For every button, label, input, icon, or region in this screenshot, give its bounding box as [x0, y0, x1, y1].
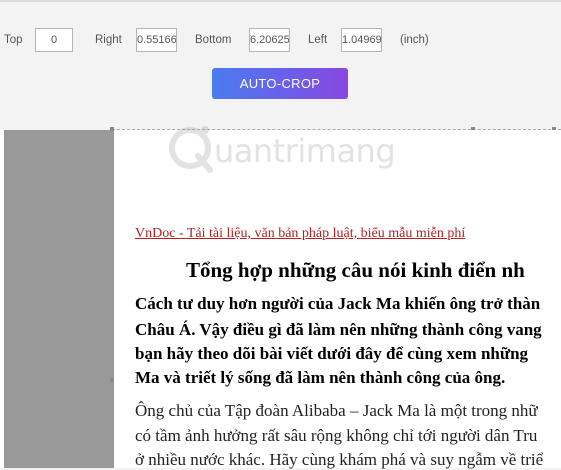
cropped-region	[4, 130, 114, 468]
top-border	[0, 0, 561, 2]
right-input[interactable]: 0.55166	[136, 28, 177, 52]
body-line: có tầm ảnh hưởng rất sâu rộng không chỉ …	[135, 426, 538, 445]
bottom-label: Bottom	[195, 34, 232, 46]
watermark-q-icon	[169, 126, 213, 173]
body-line: ở nhiều nước khác. Hãy cùng khám phá và …	[135, 450, 544, 469]
intro-line: bạn hãy theo dõi bài viết dưới đây để cù…	[135, 344, 529, 363]
unit-label: (inch)	[400, 34, 429, 46]
left-label: Left	[308, 34, 328, 46]
top-input[interactable]: 0	[35, 28, 73, 52]
intro-line: Cách tư duy hơn người của Jack Ma khiến …	[135, 294, 541, 313]
watermark-logo: uantrimang	[160, 118, 396, 178]
document-title: Tổng hợp những câu nói kinh điển nh	[186, 258, 525, 282]
left-input[interactable]: 1.04969	[341, 28, 382, 52]
auto-crop-button[interactable]: AUTO-CROP	[212, 68, 348, 99]
body-line: Ông chủ của Tập đoàn Alibaba – Jack Ma l…	[135, 401, 538, 420]
crop-handle-left[interactable]	[110, 378, 114, 382]
right-label: Right	[95, 34, 122, 46]
bottom-input[interactable]: 6.20625	[249, 28, 290, 52]
watermark-text: uantrimang	[214, 132, 396, 170]
top-label: Top	[4, 34, 23, 46]
intro-line: Châu Á. Vậy điều gì đã làm nên những thà…	[135, 320, 542, 339]
crop-handle-top-left[interactable]	[110, 127, 114, 131]
vndoc-link[interactable]: VnDoc - Tải tài liệu, văn bản pháp luật,…	[135, 226, 465, 242]
crop-margin-controls: Top 0 Right 0.55166 Bottom 6.20625 Left …	[0, 28, 561, 54]
intro-line: Ma và triết lý sống đã làm nên thành côn…	[135, 368, 506, 387]
vndoc-prefix: VnDoc -	[135, 226, 187, 241]
vndoc-link-text: Tải tài liệu, văn bản pháp luật, biểu mẫ…	[186, 226, 466, 241]
